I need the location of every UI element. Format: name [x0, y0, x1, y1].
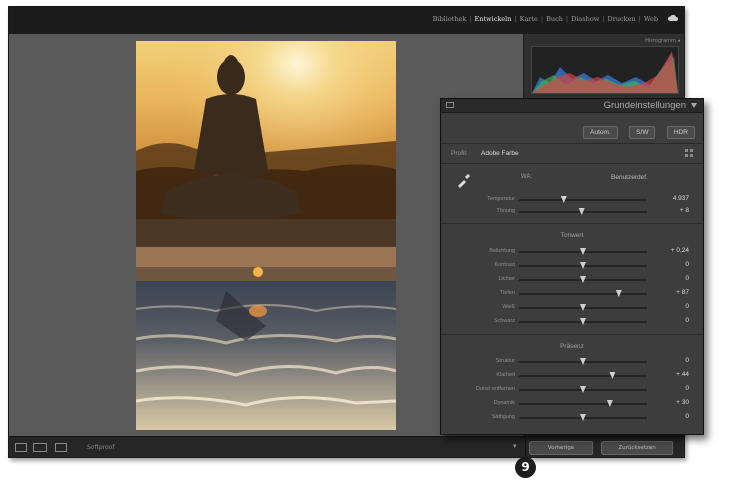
slider-row: Schwarz 0 — [441, 317, 703, 327]
module-separator: | — [638, 15, 641, 23]
slider-label: Tiefen — [499, 290, 515, 296]
slider-label: Belichtung — [489, 248, 515, 254]
histogram[interactable] — [531, 46, 679, 94]
compare-view-icon[interactable] — [55, 443, 67, 452]
profile-label: Profil: — [451, 150, 468, 157]
slider-track[interactable] — [519, 403, 647, 405]
slider-label: Lichter — [498, 276, 515, 282]
callout-number-badge: 9 — [515, 457, 536, 478]
module-separator: | — [514, 15, 517, 23]
slider-value[interactable]: 0 — [649, 261, 689, 268]
module-drucken[interactable]: Drucken — [608, 15, 636, 23]
slider-value[interactable]: 0 — [649, 357, 689, 364]
divider — [441, 163, 703, 164]
loupe-view-icon[interactable] — [15, 443, 27, 452]
module-bibliothek[interactable]: Bibliothek — [433, 15, 467, 23]
slider-label: Tönung — [496, 208, 515, 214]
profile-browser-icon[interactable] — [685, 149, 693, 157]
slider-track[interactable] — [519, 293, 647, 295]
module-picker-bar: Bibliothek | Entwickeln | Karte | Buch | Diashow… — [9, 7, 684, 34]
profile-dropdown[interactable]: Adobe Farbe — [481, 150, 519, 157]
panel-toggle-icon[interactable] — [446, 102, 454, 108]
buddha-sunset-photo — [136, 41, 396, 430]
previous-button[interactable]: Vorherige — [529, 441, 593, 455]
slider-label: Struktur — [495, 358, 515, 364]
auto-button[interactable]: Autom. — [583, 126, 618, 139]
slider-value[interactable]: 4.937 — [649, 195, 689, 202]
slider-value[interactable]: 0 — [649, 275, 689, 282]
module-separator: | — [540, 15, 544, 23]
module-web[interactable]: Web — [644, 15, 658, 23]
slider-row: Temperatur 4.937 — [441, 195, 703, 205]
basic-panel-header[interactable]: Grundeinstellungen — [441, 99, 703, 113]
before-after-icon[interactable] — [33, 443, 47, 452]
slider-label: Schwarz — [493, 318, 515, 324]
slider-label: Sättigung — [491, 414, 515, 420]
module-separator: | — [565, 15, 569, 23]
hdr-button[interactable]: HDR — [666, 126, 695, 139]
slider-row: Struktur 0 — [441, 357, 703, 367]
divider — [441, 223, 703, 224]
slider-row: Tiefen + 87 — [441, 289, 703, 299]
module-picker: Bibliothek | Entwickeln | Karte | Buch | Diashow… — [433, 15, 658, 23]
slider-row: Klarheit + 44 — [441, 371, 703, 381]
basic-panel-title: Grundeinstellungen — [603, 100, 686, 111]
module-separator: | — [602, 15, 605, 23]
slider-row: Sättigung 0 — [441, 413, 703, 423]
slider-label: Dunst entfernen — [475, 386, 515, 392]
slider-row: Dynamik + 30 — [441, 399, 703, 409]
bottom-toolbar: Softproof ▾ Vorherige Zurücksetzen — [9, 436, 684, 457]
toolbar-dropdown-icon[interactable]: ▾ — [513, 442, 517, 450]
divider — [441, 143, 703, 144]
treatment-buttons: Autom. S/W HDR — [576, 121, 695, 139]
screenshot-stage: Bibliothek | Entwickeln | Karte | Buch | Diashow… — [0, 0, 739, 489]
divider — [441, 334, 703, 335]
module-separator: | — [469, 15, 472, 23]
slider-value[interactable]: 0 — [649, 317, 689, 324]
slider-row: Kontrast 0 — [441, 261, 703, 271]
slider-value[interactable]: + 87 — [649, 289, 689, 296]
slider-label: Weiß — [502, 304, 515, 310]
module-diashow[interactable]: Diashow — [571, 15, 599, 23]
histogram-label[interactable]: Histogramm ◂ — [645, 38, 680, 44]
slider-track[interactable] — [519, 199, 647, 201]
presence-section-title: Präsenz — [560, 343, 584, 350]
white-balance-dropdown[interactable]: Benutzerdef. — [611, 174, 648, 181]
slider-label: Klarheit — [496, 372, 515, 378]
slider-value[interactable]: + 0,24 — [649, 247, 689, 254]
bw-button[interactable]: S/W — [629, 126, 656, 139]
slider-value[interactable]: + 30 — [649, 399, 689, 406]
cloud-icon[interactable] — [668, 14, 678, 22]
slider-value[interactable]: + 8 — [649, 207, 689, 214]
histogram-graph — [532, 51, 678, 93]
slider-label: Kontrast — [494, 262, 515, 268]
slider-label: Temperatur — [487, 196, 515, 202]
slider-row: Belichtung + 0,24 — [441, 247, 703, 257]
photo-preview[interactable] — [136, 41, 396, 430]
slider-value[interactable]: 0 — [649, 385, 689, 392]
module-entwickeln[interactable]: Entwickeln — [475, 15, 512, 23]
slider-value[interactable]: 0 — [649, 303, 689, 310]
module-buch[interactable]: Buch — [546, 15, 563, 23]
slider-row: Tönung + 8 — [441, 207, 703, 217]
slider-track[interactable] — [519, 375, 647, 377]
module-karte[interactable]: Karte — [520, 15, 538, 23]
softproof-label[interactable]: Softproof — [87, 444, 114, 451]
white-balance-label: WA: — [521, 174, 533, 180]
tone-section-title: Tonwert — [560, 232, 584, 239]
slider-value[interactable]: 0 — [649, 413, 689, 420]
collapse-triangle-icon[interactable] — [691, 103, 697, 108]
reset-button[interactable]: Zurücksetzen — [601, 441, 673, 455]
slider-row: Lichter 0 — [441, 275, 703, 285]
eyedropper-icon[interactable] — [456, 172, 472, 188]
callout-leader-line — [525, 435, 526, 458]
slider-row: Weiß 0 — [441, 303, 703, 313]
slider-value[interactable]: + 44 — [649, 371, 689, 378]
slider-row: Dunst entfernen 0 — [441, 385, 703, 395]
basic-panel: Grundeinstellungen Autom. S/W HDR Profil… — [440, 98, 704, 435]
slider-label: Dynamik — [493, 400, 515, 406]
